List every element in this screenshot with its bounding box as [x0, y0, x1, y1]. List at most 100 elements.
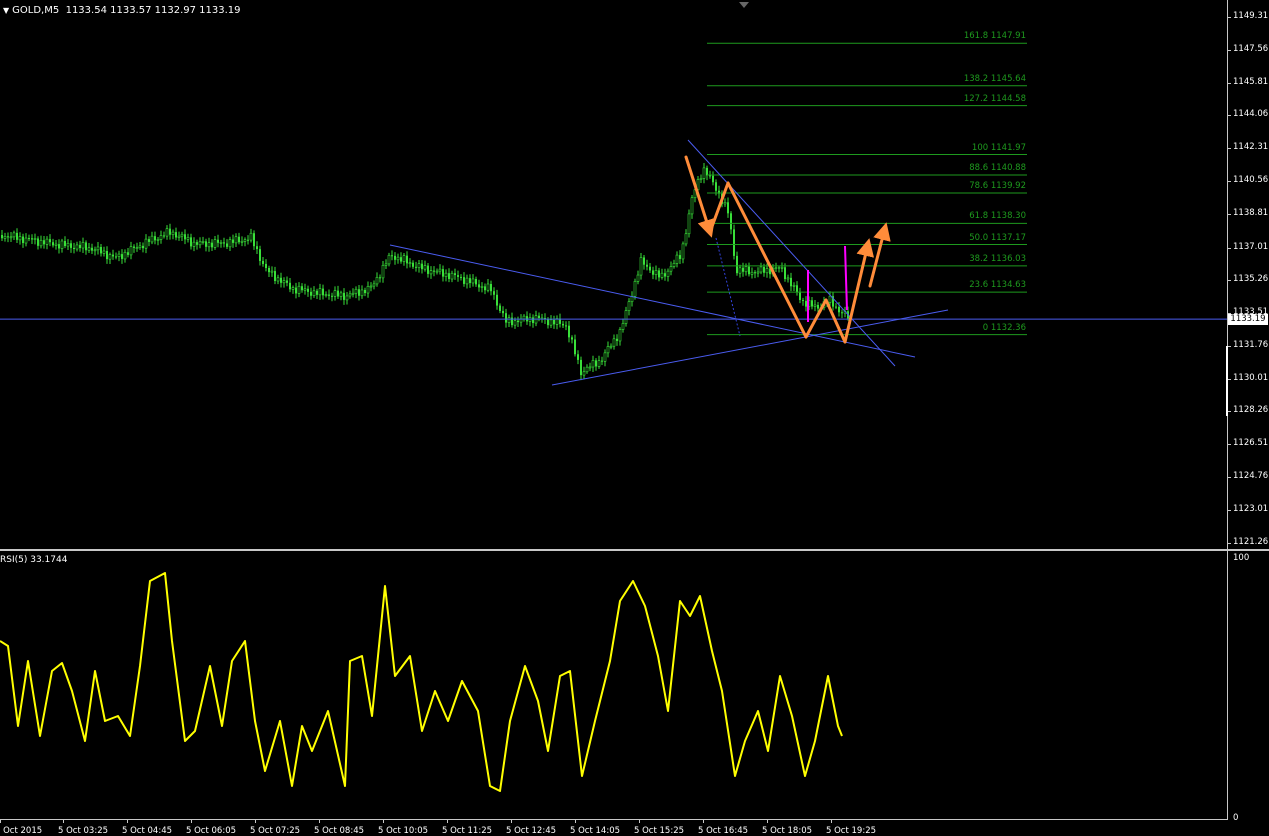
candle-body	[198, 241, 202, 246]
price-tick-mark	[1227, 509, 1231, 511]
candle-body	[138, 245, 142, 248]
candle-body	[553, 319, 555, 325]
price-tick-label: 1121.26	[1233, 536, 1269, 547]
orange-arrow[interactable]	[868, 222, 891, 288]
candle-body	[532, 317, 534, 324]
candle-body	[192, 241, 196, 247]
candle-body	[733, 229, 735, 256]
candle-body	[595, 360, 597, 367]
candle-body	[45, 238, 49, 245]
candle-body	[784, 267, 786, 279]
candle-body	[802, 299, 804, 301]
candle-body	[469, 278, 471, 283]
candle-body	[331, 295, 333, 297]
candle-body	[400, 257, 402, 262]
candle-body	[799, 292, 801, 300]
candle-body	[64, 241, 66, 247]
candle-body	[123, 251, 127, 260]
candle-body	[465, 277, 469, 285]
price-tick-mark	[1227, 148, 1231, 150]
candle-body	[672, 263, 676, 267]
candle-body	[12, 232, 16, 238]
candle-body	[180, 233, 184, 237]
candle-body	[270, 270, 274, 273]
candle-body	[408, 262, 412, 265]
candle-body	[612, 338, 616, 347]
time-tick-mark	[511, 819, 512, 823]
magenta-marker[interactable]	[844, 245, 848, 311]
candle-body	[792, 285, 796, 287]
price-tick-mark	[1227, 115, 1231, 117]
orange-arrow[interactable]	[726, 181, 808, 339]
rsi-axis-border	[1227, 551, 1228, 819]
candle-body	[577, 354, 579, 360]
candle-body	[811, 300, 813, 307]
candle-body	[817, 304, 819, 309]
trendline[interactable]	[389, 244, 916, 358]
candle-body	[375, 277, 379, 285]
candle-body	[538, 315, 540, 319]
candle-body	[24, 237, 28, 244]
candle-body	[280, 277, 282, 283]
price-tick-mark	[1227, 213, 1231, 215]
candle-body	[96, 246, 100, 251]
candle-body	[727, 202, 729, 214]
candle-body	[85, 242, 87, 251]
triangle-down-icon[interactable]: ▼	[3, 6, 9, 15]
rsi-panel[interactable]: RSI(5) 33.1744 100 0	[0, 551, 1269, 823]
price-tick-label: 1124.76	[1233, 471, 1269, 482]
candle-body	[571, 337, 573, 340]
dotted-trendline[interactable]	[715, 237, 741, 337]
price-tick-label: 1147.56	[1233, 43, 1269, 54]
candle-body	[618, 329, 622, 342]
candle-body	[253, 233, 255, 247]
candle-body	[565, 325, 567, 327]
candle-body	[658, 270, 660, 278]
candle-body	[649, 266, 651, 271]
fib-level-label: 100 1141.97	[971, 142, 1026, 153]
price-tick-label: 1130.01	[1233, 372, 1269, 383]
candle-body	[621, 323, 625, 330]
candle-body	[133, 246, 135, 248]
candle-body	[43, 240, 45, 245]
candle-body	[282, 280, 286, 284]
candle-body	[142, 245, 144, 249]
price-tick-label: 1137.01	[1233, 241, 1269, 252]
candle-body	[715, 182, 717, 191]
candle-body	[276, 277, 280, 282]
candle-body	[358, 289, 360, 296]
time-tick-mark	[447, 819, 448, 823]
candle-body	[805, 300, 807, 307]
candle-body	[838, 306, 840, 313]
candle-body	[444, 272, 448, 277]
price-tick-mark	[1227, 82, 1231, 84]
price-chart[interactable]: ▼ GOLD,M5 1133.54 1133.57 1132.97 1133.19…	[0, 0, 1269, 549]
candle-body	[163, 235, 165, 237]
candle-body	[748, 266, 750, 275]
candle-body	[87, 247, 91, 251]
fib-level-label: 78.6 1139.92	[969, 180, 1026, 191]
candle-body	[240, 240, 244, 243]
candle-body	[442, 269, 444, 277]
candle-body	[679, 255, 681, 259]
chart-shift-marker[interactable]	[739, 2, 749, 8]
candle-body	[478, 284, 480, 288]
candle-body	[643, 257, 645, 265]
candle-body	[121, 254, 123, 259]
candle-body	[91, 247, 93, 251]
fib-level-label: 23.6 1134.63	[969, 280, 1026, 291]
candle-body	[765, 268, 769, 274]
scroll-indicator[interactable]	[1226, 346, 1228, 416]
candle-body	[415, 266, 417, 268]
candle-body	[295, 287, 297, 294]
price-chart-canvas[interactable]	[0, 0, 1269, 549]
candle-body	[268, 267, 270, 273]
candle-body	[112, 254, 114, 257]
candle-body	[324, 294, 328, 296]
candle-body	[219, 242, 223, 244]
rsi-canvas[interactable]	[0, 551, 1269, 819]
candle-body	[190, 237, 192, 247]
candle-body	[49, 239, 51, 243]
candle-body	[484, 286, 486, 291]
trendline[interactable]	[687, 139, 896, 367]
